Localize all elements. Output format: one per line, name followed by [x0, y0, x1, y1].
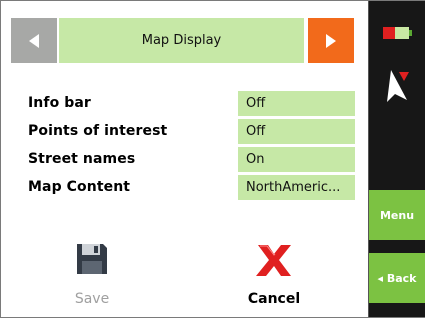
prev-page-button[interactable] — [11, 18, 57, 63]
setting-value-info-bar[interactable]: Off — [238, 91, 355, 116]
setting-row-info-bar: Info bar Off — [1, 91, 368, 117]
setting-value-street-names[interactable]: On — [238, 147, 355, 172]
cancel-label: Cancel — [247, 291, 301, 307]
setting-label: Points of interest — [28, 123, 168, 139]
cancel-button[interactable]: Cancel — [219, 241, 329, 315]
setting-label: Info bar — [28, 95, 91, 111]
menu-button[interactable]: Menu — [369, 190, 425, 240]
compass-arrow-icon — [387, 70, 409, 102]
battery-icon — [383, 27, 412, 39]
arrow-left-icon — [29, 33, 39, 48]
right-sidebar: Menu ◂ Back — [368, 1, 425, 317]
next-page-button[interactable] — [308, 18, 354, 63]
setting-row-points-of-interest: Points of interest Off — [1, 119, 368, 145]
red-x-icon — [256, 245, 291, 276]
page-title: Map Display — [59, 18, 304, 63]
setting-label: Street names — [28, 151, 136, 167]
floppy-disk-icon — [77, 244, 107, 274]
back-button[interactable]: ◂ Back — [369, 253, 425, 303]
setting-label: Map Content — [28, 179, 131, 195]
save-label: Save — [74, 291, 110, 307]
arrow-right-icon — [326, 33, 336, 48]
setting-value-points-of-interest[interactable]: Off — [238, 119, 355, 144]
setting-row-street-names: Street names On — [1, 147, 368, 173]
setting-value-map-content[interactable]: NorthAmeric... — [238, 175, 355, 200]
setting-row-map-content: Map Content NorthAmeric... — [1, 175, 368, 201]
save-button[interactable]: Save — [37, 241, 147, 315]
map-display-screen: Map Display Info bar Off Points of inter… — [1, 1, 368, 317]
